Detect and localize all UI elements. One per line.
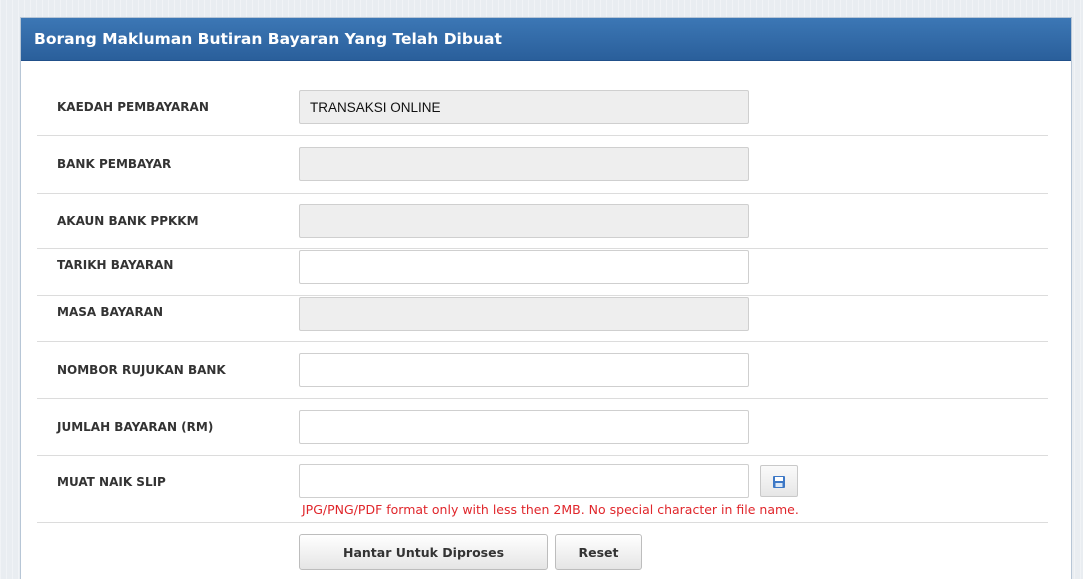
row-tarikh-bayaran: TARIKH BAYARAN [37,248,1048,296]
row-jumlah-bayaran: JUMLAH BAYARAN (RM) [37,398,1048,456]
akaun-bank-field[interactable] [299,204,749,238]
row-nombor-rujukan: NOMBOR RUJUKAN BANK [37,341,1048,399]
jumlah-bayaran-label: JUMLAH BAYARAN (RM) [57,420,214,434]
bank-pembayar-field[interactable] [299,147,749,181]
bank-pembayar-label: BANK PEMBAYAR [57,157,172,171]
file-format-hint: JPG/PNG/PDF format only with less then 2… [302,502,799,517]
row-masa-bayaran: MASA BAYARAN [37,295,1048,342]
nombor-rujukan-label: NOMBOR RUJUKAN BANK [57,363,226,377]
reset-button[interactable]: Reset [555,534,642,570]
akaun-bank-label: AKAUN BANK PPKKM [57,214,199,228]
kaedah-pembayaran-label: KAEDAH PEMBAYARAN [57,100,209,114]
submit-button[interactable]: Hantar Untuk Diproses [299,534,548,570]
nombor-rujukan-field[interactable] [299,353,749,387]
masa-bayaran-label: MASA BAYARAN [57,305,164,319]
payment-form-panel: Borang Makluman Butiran Bayaran Yang Tel… [20,17,1072,579]
muat-naik-slip-label: MUAT NAIK SLIP [57,475,166,489]
row-bank-pembayar: BANK PEMBAYAR [37,135,1048,194]
jumlah-bayaran-field[interactable] [299,410,749,444]
tarikh-bayaran-field[interactable] [299,250,749,284]
form-title: Borang Makluman Butiran Bayaran Yang Tel… [21,18,1071,61]
row-kaedah-pembayaran: KAEDAH PEMBAYARAN [37,60,1048,136]
tarikh-bayaran-label: TARIKH BAYARAN [57,258,174,272]
muat-naik-slip-field[interactable] [299,464,749,498]
kaedah-pembayaran-field[interactable] [299,90,749,124]
browse-file-button[interactable] [760,465,798,497]
row-muat-naik-slip: MUAT NAIK SLIP JPG/PNG/PDF format only w… [37,455,1048,523]
row-akaun-bank: AKAUN BANK PPKKM [37,193,1048,249]
masa-bayaran-field[interactable] [299,297,749,331]
save-icon [772,474,786,488]
